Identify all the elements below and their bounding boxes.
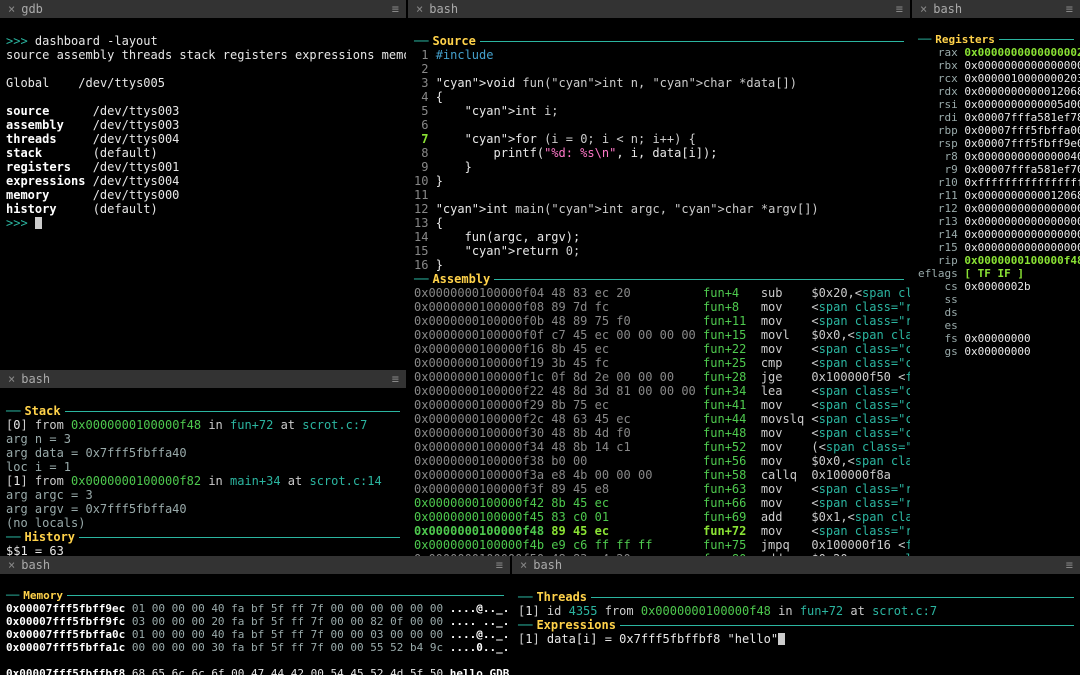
pane-threads: × bash ≡ Threads[1] id 4355 from 0x00000…: [512, 556, 1080, 675]
pane-memory: × bash ≡ Memory0x00007fff5fbff9ec 01 00 …: [0, 556, 510, 675]
pane-source: × bash ≡ Source 1 #include 2 3 "cyan">vo…: [408, 0, 910, 556]
tab-title: bash: [533, 556, 562, 574]
pane-registers: × bash ≡ Registers rax 0x000000000000000…: [912, 0, 1080, 556]
registers-content: Registers rax 0x0000000000000002 rbx 0x0…: [912, 18, 1080, 386]
close-icon[interactable]: ×: [8, 370, 15, 388]
titlebar-bash-stack[interactable]: × bash ≡: [0, 370, 406, 388]
menu-icon[interactable]: ≡: [496, 556, 504, 574]
prompt-cursor: [35, 217, 42, 229]
memory-row-ascii: hello.GDB.TERM_P: [450, 667, 510, 675]
menu-icon[interactable]: ≡: [1066, 556, 1074, 574]
menu-icon[interactable]: ≡: [392, 370, 400, 388]
close-icon[interactable]: ×: [8, 0, 15, 18]
tab-title: bash: [933, 0, 962, 18]
close-icon[interactable]: ×: [8, 556, 15, 574]
menu-icon[interactable]: ≡: [896, 0, 904, 18]
titlebar-bash-threads[interactable]: × bash ≡: [512, 556, 1080, 574]
titlebar-bash-registers[interactable]: × bash ≡: [912, 0, 1080, 18]
close-icon[interactable]: ×: [520, 556, 527, 574]
titlebar-bash-source[interactable]: × bash ≡: [408, 0, 910, 18]
cursor: [778, 633, 785, 645]
tab-title: bash: [21, 370, 50, 388]
memory-row-hex: 68 65 6c 6c 6f 00 47 44 42 00 54 45 52 4…: [132, 667, 443, 675]
titlebar-bash-memory[interactable]: × bash ≡: [0, 556, 510, 574]
tab-title: gdb: [21, 0, 43, 18]
menu-icon[interactable]: ≡: [392, 0, 400, 18]
memory-content: Memory0x00007fff5fbff9ec 01 00 00 00 40 …: [0, 574, 510, 675]
titlebar-gdb[interactable]: × gdb ≡: [0, 0, 406, 18]
tab-title: bash: [21, 556, 50, 574]
source-content: Source 1 #include 2 3 "cyan">void fun("c…: [408, 18, 910, 556]
tab-title: bash: [429, 0, 458, 18]
stack-content: Stack[0] from 0x0000000100000f48 in fun+…: [0, 388, 406, 556]
pane-stack: × bash ≡ Stack[0] from 0x0000000100000f4…: [0, 370, 406, 556]
gdb-console[interactable]: >>> dashboard -layout source assembly th…: [0, 18, 406, 246]
close-icon[interactable]: ×: [920, 0, 927, 18]
close-icon[interactable]: ×: [416, 0, 423, 18]
pane-gdb: × gdb ≡ >>> dashboard -layout source ass…: [0, 0, 406, 370]
threads-content: Threads[1] id 4355 from 0x0000000100000f…: [512, 574, 1080, 662]
memory-row-addr: 0x00007fff5fbffbf8: [6, 667, 125, 675]
menu-icon[interactable]: ≡: [1066, 0, 1074, 18]
